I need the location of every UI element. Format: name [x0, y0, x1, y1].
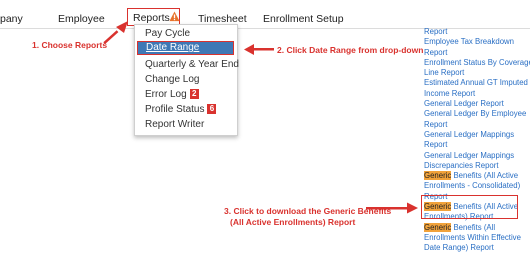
arrow-2-head — [244, 44, 254, 55]
annotation-step-3-line-1: 3. Click to download the Generic Benefit… — [224, 206, 392, 216]
annotation-step-3-line-2: (All Active Enrollments) Report — [230, 217, 356, 227]
report-link[interactable]: General Ledger Mappings — [424, 130, 530, 140]
annotation-step-2: 2. Click Date Range from drop-down — [277, 45, 424, 55]
report-link-generic-consolidated[interactable]: Generic Benefits (All Active — [424, 171, 530, 181]
arrow-1-head — [116, 21, 128, 33]
report-list: Report Employee Tax Breakdown Report Enr… — [424, 27, 530, 254]
report-link-text: Benefits (All — [451, 222, 496, 232]
report-link[interactable]: Employee Tax Breakdown — [424, 37, 530, 47]
arrow-3-head — [407, 202, 418, 214]
report-link[interactable]: Income Report — [424, 89, 530, 99]
report-link[interactable]: Enrollments Within Effective — [424, 233, 530, 243]
report-link[interactable]: Report — [424, 48, 530, 58]
report-link-text: Benefits (All Active — [451, 171, 519, 181]
report-link[interactable]: Report — [424, 120, 530, 130]
generic-highlight: Generic — [424, 171, 452, 181]
report-link[interactable]: Enrollments - Consolidated) — [424, 181, 530, 191]
report-link[interactable]: General Ledger Report — [424, 99, 530, 109]
report-link[interactable]: General Ledger Mappings — [424, 151, 530, 161]
report-link[interactable]: Date Range) Report — [424, 243, 530, 253]
report-link[interactable]: Report — [424, 140, 530, 150]
generic-highlight: Generic — [424, 222, 452, 232]
generic-report-highlight-box — [421, 195, 518, 219]
annotation-step-1: 1. Choose Reports — [32, 40, 108, 50]
report-link-generic-effective[interactable]: Generic Benefits (All — [424, 222, 530, 233]
report-link[interactable]: Line Report — [424, 68, 530, 78]
report-link[interactable]: Discrepancies Report — [424, 161, 530, 171]
report-link[interactable]: Estimated Annual GT Imputed — [424, 78, 530, 88]
report-link[interactable]: Enrollment Status By Coverage — [424, 58, 530, 68]
report-link[interactable]: General Ledger By Employee — [424, 109, 530, 119]
report-link[interactable]: Report — [424, 27, 530, 37]
